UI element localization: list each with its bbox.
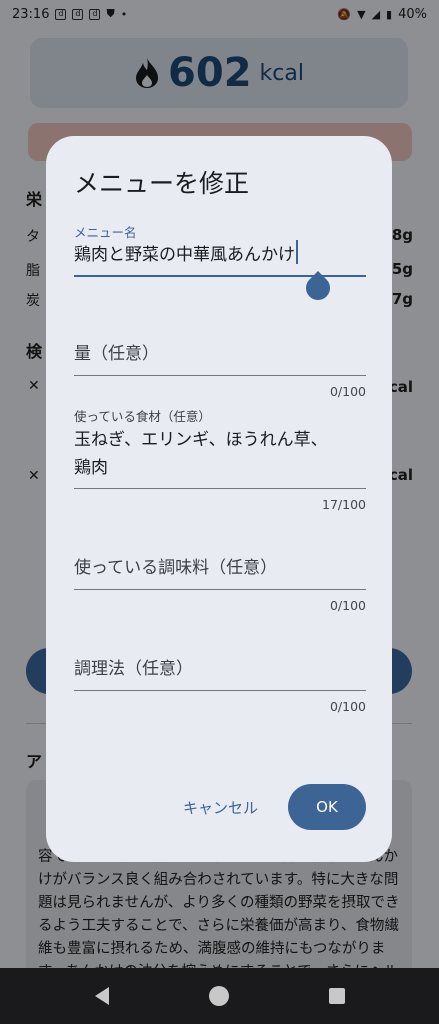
ingredients-value-line: 鶏肉 xyxy=(74,458,108,478)
recent-apps-icon[interactable] xyxy=(328,988,345,1004)
ingredients-field[interactable]: 使っている食材（任意） 玉ねぎ、エリンギ、ほうれん草、 鶏肉 17/100 xyxy=(74,406,366,515)
edit-menu-dialog: メニューを修正 メニュー名 鶏肉と野菜の中華風あんかけ 量（任意） 0/100 … xyxy=(46,136,392,862)
amount-field[interactable]: 量（任意） 0/100 xyxy=(74,301,366,402)
ingredients-value-line: 玉ねぎ、エリンギ、ほうれん草、 xyxy=(74,430,328,450)
text-cursor xyxy=(296,240,298,264)
ingredients-label: 使っている食材（任意） xyxy=(74,409,211,424)
ok-button[interactable]: OK xyxy=(288,784,366,830)
method-input[interactable]: 調理法（任意） xyxy=(74,616,366,684)
method-underline xyxy=(74,690,366,691)
home-icon[interactable] xyxy=(208,986,229,1006)
ingredients-counter: 17/100 xyxy=(322,497,366,512)
seasoning-input[interactable]: 使っている調味料（任意） xyxy=(74,515,366,583)
menu-name-label: メニュー名 xyxy=(74,225,137,240)
amount-counter: 0/100 xyxy=(329,384,366,399)
ingredients-input[interactable]: 玉ねぎ、エリンギ、ほうれん草、 鶏肉 xyxy=(74,426,366,482)
method-counter: 0/100 xyxy=(329,699,366,714)
back-icon[interactable] xyxy=(94,987,109,1005)
seasoning-field[interactable]: 使っている調味料（任意） 0/100 xyxy=(74,515,366,616)
ingredients-underline xyxy=(74,488,366,489)
menu-name-field[interactable]: メニュー名 鶏肉と野菜の中華風あんかけ xyxy=(74,222,366,277)
screen: 23:16 d d d ⛊ • 🔕 ▼ ◢ ▮ 40% 602 kcal 栄 タ… xyxy=(0,0,439,1024)
seasoning-underline xyxy=(74,589,366,590)
menu-name-value: 鶏肉と野菜の中華風あんかけ xyxy=(74,245,295,265)
dialog-actions: キャンセル OK xyxy=(175,784,366,830)
menu-name-input[interactable]: 鶏肉と野菜の中華風あんかけ xyxy=(74,240,366,269)
dialog-title: メニューを修正 xyxy=(74,169,250,198)
cancel-button[interactable]: キャンセル xyxy=(175,789,266,826)
seasoning-counter: 0/100 xyxy=(329,598,366,613)
amount-input[interactable]: 量（任意） xyxy=(74,301,366,369)
method-field[interactable]: 調理法（任意） 0/100 xyxy=(74,616,366,717)
amount-underline xyxy=(74,375,366,376)
navigation-bar xyxy=(0,968,439,1024)
